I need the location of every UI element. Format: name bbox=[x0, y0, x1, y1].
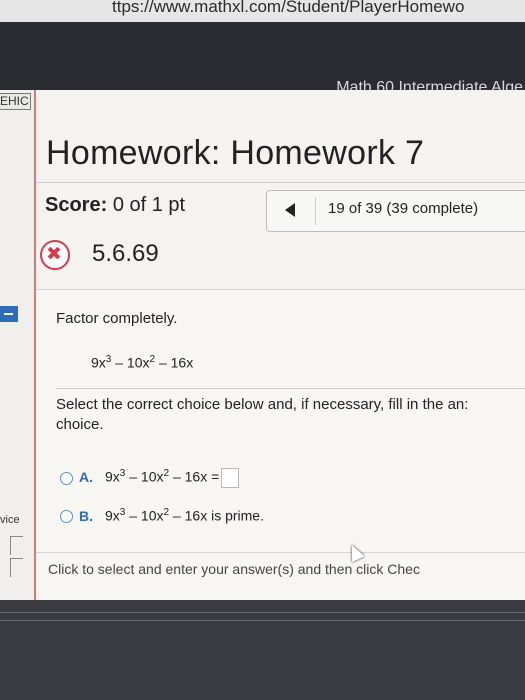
homework-panel: Homework: Homework 7 Score: 0 of 1 pt 19… bbox=[34, 90, 525, 601]
divider bbox=[315, 197, 316, 225]
incorrect-icon bbox=[40, 240, 70, 270]
divider bbox=[56, 388, 525, 389]
bottom-bezel bbox=[0, 600, 525, 700]
browser-address-bar[interactable]: ttps://www.mathxl.com/Student/PlayerHome… bbox=[0, 0, 525, 22]
help-footer: Click to select and enter your answer(s)… bbox=[36, 552, 525, 593]
question-instruction: Factor completely. bbox=[56, 310, 178, 327]
score-value: 0 of 1 pt bbox=[112, 194, 186, 216]
choice-letter: A. bbox=[79, 468, 93, 485]
question-navigator: 19 of 39 (39 complete) bbox=[266, 190, 525, 232]
divider bbox=[0, 612, 525, 613]
left-sidebar bbox=[0, 90, 34, 610]
previous-question-icon[interactable] bbox=[285, 203, 295, 217]
collapse-icon[interactable] bbox=[0, 306, 18, 322]
sidebar-box bbox=[10, 558, 23, 577]
radio-button[interactable] bbox=[60, 471, 73, 485]
sidebar-box bbox=[10, 536, 23, 555]
sidebar-label: vice bbox=[0, 514, 20, 526]
choice-instruction-cont: choice. bbox=[56, 416, 104, 433]
divider bbox=[36, 182, 525, 183]
answer-input[interactable] bbox=[221, 468, 240, 488]
score-label: Score: bbox=[45, 194, 108, 216]
choice-b[interactable]: B. 9x3 – 10x2 – 16x is prime. bbox=[60, 507, 264, 524]
choice-a[interactable]: A. 9x3 – 10x2 – 16x = bbox=[60, 468, 240, 488]
sidebar-tab[interactable]: EHIC bbox=[0, 93, 31, 110]
url-text: ttps://www.mathxl.com/Student/PlayerHome… bbox=[112, 0, 465, 16]
page-title: Homework: Homework 7 bbox=[46, 134, 425, 172]
choice-instruction: Select the correct choice below and, if … bbox=[56, 396, 469, 413]
math-expression: 9x3 – 10x2 – 16x bbox=[91, 354, 194, 371]
instruction-hint: Click to select and enter your answer(s)… bbox=[48, 561, 420, 577]
radio-button[interactable] bbox=[60, 510, 73, 524]
score-display: Score: 0 of 1 pt bbox=[45, 194, 185, 217]
divider bbox=[0, 620, 525, 621]
question-area: Factor completely. 9x3 – 10x2 – 16x Sele… bbox=[36, 289, 525, 601]
problem-number: 5.6.69 bbox=[92, 240, 159, 267]
choice-letter: B. bbox=[79, 507, 93, 524]
question-progress[interactable]: 19 of 39 (39 complete) bbox=[328, 200, 478, 217]
